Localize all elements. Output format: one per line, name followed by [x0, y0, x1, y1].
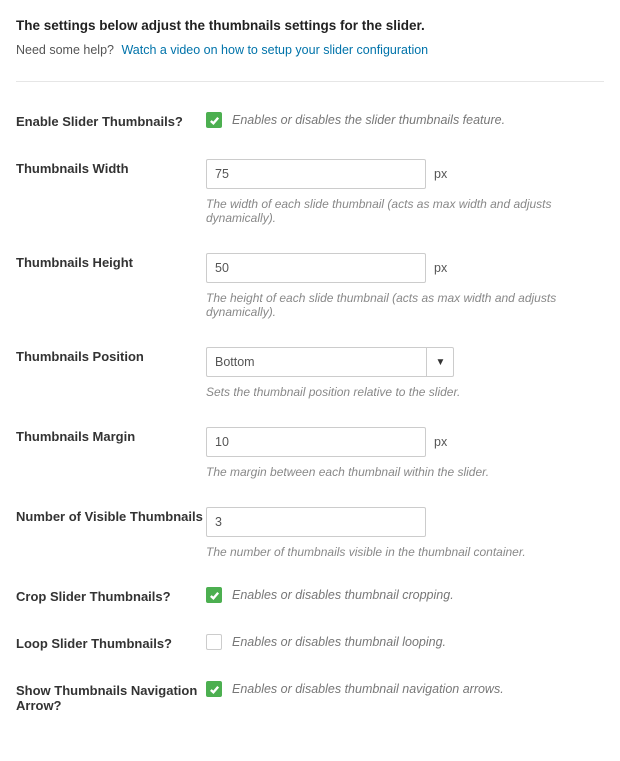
thumbnails-width-desc: The width of each slide thumbnail (acts … — [206, 197, 604, 225]
field-crop-thumbnails: Crop Slider Thumbnails? Enables or disab… — [16, 587, 604, 604]
thumbnails-height-desc: The height of each slide thumbnail (acts… — [206, 291, 604, 319]
field-thumbnails-position: Thumbnails Position Bottom ▼ Sets the th… — [16, 347, 604, 399]
field-nav-arrow: Show Thumbnails Navigation Arrow? Enable… — [16, 681, 604, 713]
check-icon — [209, 590, 220, 601]
section-divider — [16, 81, 604, 82]
nav-arrow-label: Show Thumbnails Navigation Arrow? — [16, 681, 206, 713]
thumbnails-height-label: Thumbnails Height — [16, 253, 206, 270]
field-loop-thumbnails: Loop Slider Thumbnails? Enables or disab… — [16, 634, 604, 651]
thumbnails-position-select[interactable]: Bottom — [206, 347, 454, 377]
help-prefix: Need some help? — [16, 43, 114, 57]
thumbnails-position-label: Thumbnails Position — [16, 347, 206, 364]
loop-thumbnails-checkbox[interactable] — [206, 634, 222, 650]
thumbnails-height-input[interactable] — [206, 253, 426, 283]
thumbnails-position-desc: Sets the thumbnail position relative to … — [206, 385, 604, 399]
field-thumbnails-margin: Thumbnails Margin px The margin between … — [16, 427, 604, 479]
crop-thumbnails-desc: Enables or disables thumbnail cropping. — [232, 588, 454, 602]
loop-thumbnails-desc: Enables or disables thumbnail looping. — [232, 635, 446, 649]
thumbnails-margin-unit: px — [434, 435, 447, 449]
nav-arrow-checkbox[interactable] — [206, 681, 222, 697]
check-icon — [209, 115, 220, 126]
crop-thumbnails-label: Crop Slider Thumbnails? — [16, 587, 206, 604]
page-title: The settings below adjust the thumbnails… — [16, 18, 604, 33]
num-visible-desc: The number of thumbnails visible in the … — [206, 545, 604, 559]
enable-thumbnails-desc: Enables or disables the slider thumbnail… — [232, 113, 505, 127]
field-thumbnails-height: Thumbnails Height px The height of each … — [16, 253, 604, 319]
thumbnails-width-input[interactable] — [206, 159, 426, 189]
thumbnails-width-label: Thumbnails Width — [16, 159, 206, 176]
nav-arrow-desc: Enables or disables thumbnail navigation… — [232, 682, 504, 696]
crop-thumbnails-checkbox[interactable] — [206, 587, 222, 603]
help-line: Need some help? Watch a video on how to … — [16, 43, 604, 57]
check-icon — [209, 684, 220, 695]
num-visible-input[interactable] — [206, 507, 426, 537]
num-visible-label: Number of Visible Thumbnails — [16, 507, 206, 524]
help-video-link[interactable]: Watch a video on how to setup your slide… — [121, 43, 428, 57]
field-num-visible: Number of Visible Thumbnails The number … — [16, 507, 604, 559]
thumbnails-margin-label: Thumbnails Margin — [16, 427, 206, 444]
thumbnails-margin-input[interactable] — [206, 427, 426, 457]
enable-thumbnails-label: Enable Slider Thumbnails? — [16, 112, 206, 129]
field-thumbnails-width: Thumbnails Width px The width of each sl… — [16, 159, 604, 225]
thumbnails-height-unit: px — [434, 261, 447, 275]
thumbnails-width-unit: px — [434, 167, 447, 181]
loop-thumbnails-label: Loop Slider Thumbnails? — [16, 634, 206, 651]
enable-thumbnails-checkbox[interactable] — [206, 112, 222, 128]
field-enable-thumbnails: Enable Slider Thumbnails? Enables or dis… — [16, 112, 604, 129]
thumbnails-margin-desc: The margin between each thumbnail within… — [206, 465, 604, 479]
